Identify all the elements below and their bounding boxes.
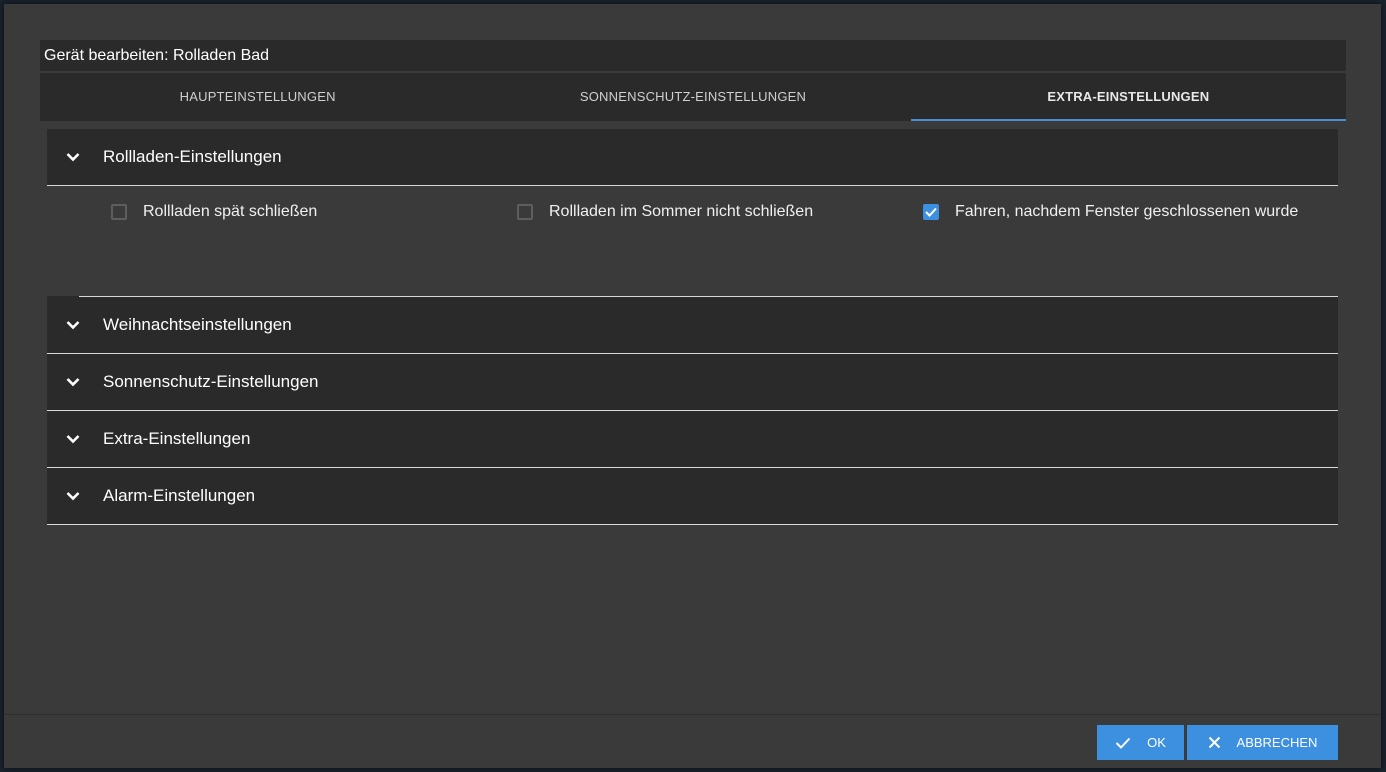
ok-button-label: OK bbox=[1147, 735, 1166, 750]
accordion-section-sonnenschutz: Sonnenschutz-Einstellungen bbox=[47, 354, 1338, 411]
checkbox-fahren-nach-fenster[interactable]: Fahren, nachdem Fenster geschlossenen wu… bbox=[923, 203, 1298, 221]
checkbox-box[interactable] bbox=[111, 204, 127, 220]
cancel-button-label: ABBRECHEN bbox=[1236, 735, 1318, 750]
chevron-down-icon bbox=[63, 147, 83, 167]
tab-bar: HAUPTEINSTELLUNGEN SONNENSCHUTZ-EINSTELL… bbox=[40, 73, 1347, 121]
check-icon bbox=[1115, 737, 1131, 749]
tab-extra-einstellungen[interactable]: EXTRA-EINSTELLUNGEN bbox=[910, 73, 1347, 121]
accordion-label: Extra-Einstellungen bbox=[103, 429, 251, 448]
accordion-header-alarm[interactable]: Alarm-Einstellungen bbox=[47, 468, 1338, 524]
accordion-label: Alarm-Einstellungen bbox=[103, 486, 256, 505]
edit-device-dialog: Gerät bearbeiten: Rolladen Bad HAUPTEINS… bbox=[4, 4, 1381, 768]
chevron-down-icon bbox=[63, 429, 83, 449]
tab-sonnenschutz-einstellungen[interactable]: SONNENSCHUTZ-EINSTELLUNGEN bbox=[475, 73, 910, 121]
accordion-section-extra: Extra-Einstellungen bbox=[47, 411, 1338, 468]
accordion: Rollladen-Einstellungen Rollladen spät s… bbox=[47, 129, 1338, 525]
chevron-down-icon bbox=[63, 372, 83, 392]
accordion-label: Weihnachtseinstellungen bbox=[103, 315, 292, 334]
close-icon bbox=[1208, 736, 1221, 749]
checkbox-label: Rollladen im Sommer nicht schließen bbox=[549, 203, 814, 220]
checkbox-sommer-nicht-schliessen[interactable]: Rollladen im Sommer nicht schließen bbox=[517, 203, 813, 221]
ok-button[interactable]: OK bbox=[1097, 725, 1184, 760]
accordion-header-extra[interactable]: Extra-Einstellungen bbox=[47, 411, 1338, 467]
chevron-down-icon bbox=[63, 315, 83, 335]
accordion-label: Rollladen-Einstellungen bbox=[103, 147, 282, 166]
checkbox-box[interactable] bbox=[923, 204, 939, 220]
accordion-header-rollladen[interactable]: Rollladen-Einstellungen bbox=[47, 129, 1338, 185]
checkbox-spaet-schliessen[interactable]: Rollladen spät schließen bbox=[111, 203, 317, 221]
accordion-section-rollladen: Rollladen-Einstellungen Rollladen spät s… bbox=[47, 129, 1338, 297]
accordion-section-weihnachten: Weihnachtseinstellungen bbox=[47, 297, 1338, 354]
checkbox-label: Fahren, nachdem Fenster geschlossenen wu… bbox=[955, 203, 1299, 220]
checkmark-icon bbox=[925, 207, 937, 217]
chevron-down-icon bbox=[63, 486, 83, 506]
accordion-body-rollladen: Rollladen spät schließen Rollladen im So… bbox=[47, 185, 1338, 296]
checkbox-label: Rollladen spät schließen bbox=[143, 203, 318, 220]
tab-haupteinstellungen[interactable]: HAUPTEINSTELLUNGEN bbox=[40, 73, 475, 121]
accordion-label: Sonnenschutz-Einstellungen bbox=[103, 372, 319, 391]
cancel-button[interactable]: ABBRECHEN bbox=[1187, 725, 1338, 760]
footer-divider bbox=[4, 714, 1381, 715]
accordion-section-alarm: Alarm-Einstellungen bbox=[47, 468, 1338, 525]
accordion-header-weihnachten[interactable]: Weihnachtseinstellungen bbox=[47, 297, 1338, 353]
accordion-header-sonnenschutz[interactable]: Sonnenschutz-Einstellungen bbox=[47, 354, 1338, 410]
dialog-title: Gerät bearbeiten: Rolladen Bad bbox=[40, 40, 1346, 71]
checkbox-box[interactable] bbox=[517, 204, 533, 220]
